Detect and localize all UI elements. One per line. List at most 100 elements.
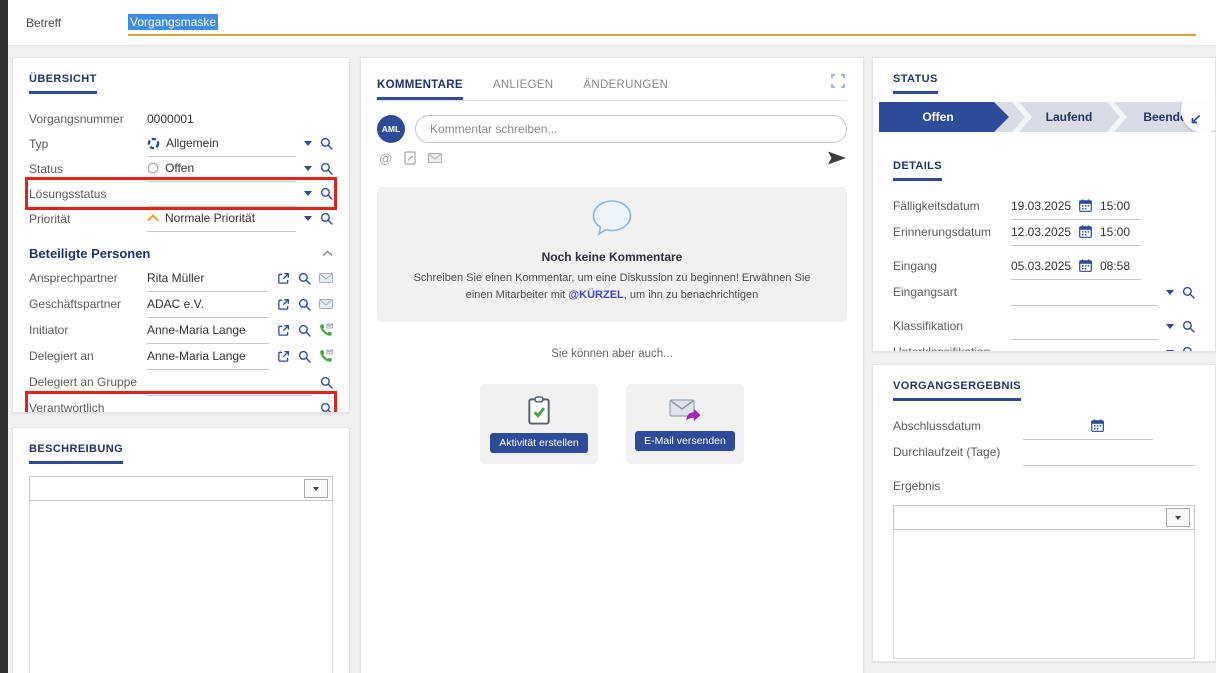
date-field[interactable] (1023, 413, 1153, 440)
fullscreen-icon[interactable] (831, 74, 845, 88)
search-icon[interactable] (320, 137, 333, 150)
loesungsstatus-select[interactable] (147, 181, 296, 207)
mention-icon[interactable]: @ (379, 152, 392, 165)
field-status: Status Offen (29, 156, 333, 181)
comments-tabs: KOMMENTARE ANLIEGEN ÄNDERUNGEN (377, 68, 847, 101)
status-circle-icon (147, 162, 159, 174)
create-activity-button[interactable]: Aktivität erstellen (490, 433, 587, 453)
date-field[interactable]: 05.03.2025 08:58 (1011, 253, 1141, 280)
prioritaet-select[interactable]: Normale Priorität (147, 206, 296, 232)
ergebnis-textarea[interactable] (893, 530, 1195, 659)
klassifikation-select[interactable] (1011, 313, 1158, 340)
chevron-down-icon[interactable] (304, 216, 312, 221)
persons-section-header: Beteiligte Personen (29, 241, 333, 265)
description-toolbar (29, 476, 333, 501)
field-eingang: Eingang 05.03.2025 08:58 (893, 253, 1195, 279)
field-delegiert-an-gruppe: Delegiert an Gruppe (29, 369, 333, 395)
mention-token[interactable]: @KÜRZEL (568, 289, 623, 301)
open-record-icon[interactable] (277, 324, 290, 337)
chevron-separator (1107, 102, 1127, 132)
geschaeftspartner-field[interactable]: ADAC e.V. (147, 291, 269, 318)
mail-icon[interactable] (319, 273, 333, 283)
search-icon[interactable] (320, 376, 333, 389)
tab-aenderungen[interactable]: ÄNDERUNGEN (583, 79, 668, 100)
eingangsart-select[interactable] (1011, 279, 1158, 306)
durchlaufzeit-field[interactable] (1023, 439, 1195, 466)
phone-mail-icon[interactable] (319, 349, 333, 363)
delegiert-an-field[interactable]: Anne-Maria Lange (147, 343, 269, 370)
search-icon[interactable] (1182, 286, 1195, 299)
verantwortlich-field[interactable] (147, 395, 312, 414)
search-icon[interactable] (320, 162, 333, 175)
calendar-icon[interactable] (1079, 225, 1092, 238)
status-step-laufend[interactable]: Laufend (1034, 102, 1104, 132)
toolbar-dropdown-button[interactable] (304, 479, 328, 498)
send-email-card: E-Mail versenden (626, 384, 744, 464)
comment-composer: AML (377, 115, 847, 143)
chevron-down-icon[interactable] (1166, 324, 1174, 329)
toolbar-dropdown-button[interactable] (1166, 508, 1190, 527)
chevron-down-icon[interactable] (304, 166, 312, 171)
unterklassifikation-select[interactable] (1011, 339, 1158, 353)
chevron-down-icon[interactable] (1166, 290, 1174, 295)
time-value[interactable]: 15:00 (1100, 199, 1132, 213)
time-value[interactable]: 15:00 (1100, 225, 1132, 239)
priority-icon (147, 214, 159, 222)
status-progress-bar: Offen Laufend Beendet (879, 102, 1215, 132)
chevron-down-icon[interactable] (304, 141, 312, 146)
typ-select[interactable]: Allgemein (147, 131, 296, 157)
note-icon[interactable] (404, 151, 416, 165)
date-field[interactable]: 19.03.2025 15:00 (1011, 193, 1141, 220)
field-geschaeftspartner: Geschäftspartner ADAC e.V. (29, 291, 333, 317)
chevron-down-icon[interactable] (1166, 350, 1174, 353)
status-select[interactable]: Offen (147, 156, 296, 182)
result-panel: VORGANGSERGEBNIS Abschlussdatum Durchlau… (872, 364, 1216, 662)
status-step-offen[interactable]: Offen (879, 102, 1009, 132)
chevron-up-icon[interactable] (322, 250, 333, 257)
search-icon[interactable] (298, 272, 311, 285)
phone-mail-icon[interactable] (319, 323, 333, 337)
field-label: Lösungsstatus (29, 187, 147, 201)
chevron-down-icon[interactable] (304, 191, 312, 196)
field-label: Status (29, 162, 147, 176)
send-email-button[interactable]: E-Mail versenden (635, 431, 735, 451)
time-value[interactable]: 08:58 (1100, 259, 1132, 273)
send-icon[interactable] (827, 151, 847, 165)
subject-input[interactable]: Vorgangsmaske (128, 10, 1196, 36)
calendar-icon[interactable] (1079, 259, 1092, 272)
open-record-icon[interactable] (277, 350, 290, 363)
mail-icon[interactable] (319, 299, 333, 309)
comment-input[interactable] (415, 115, 847, 143)
field-klassifikation: Klassifikation (893, 313, 1195, 339)
description-textarea[interactable] (29, 501, 333, 673)
search-icon[interactable] (320, 212, 333, 225)
search-icon[interactable] (320, 402, 333, 414)
calendar-icon[interactable] (1091, 419, 1104, 432)
field-abschlussdatum: Abschlussdatum (893, 413, 1195, 439)
tab-kommentare[interactable]: KOMMENTARE (377, 79, 463, 100)
calendar-icon[interactable] (1079, 199, 1092, 212)
field-delegiert-an: Delegiert an Anne-Maria Lange (29, 343, 333, 369)
initiator-field[interactable]: Anne-Maria Lange (147, 317, 269, 344)
search-icon[interactable] (298, 324, 311, 337)
field-typ: Typ Allgemein (29, 131, 333, 156)
field-label: Typ (29, 137, 147, 151)
ansprechpartner-field[interactable]: Rita Müller (147, 265, 269, 292)
tab-anliegen[interactable]: ANLIEGEN (493, 79, 554, 100)
search-icon[interactable] (298, 298, 311, 311)
mail-icon[interactable] (428, 153, 442, 163)
open-record-icon[interactable] (277, 298, 290, 311)
field-label: Initiator (29, 323, 147, 337)
search-icon[interactable] (1182, 346, 1195, 353)
field-value: Anne-Maria Lange (147, 323, 246, 337)
date-field[interactable]: 12.03.2025 15:00 (1011, 219, 1141, 246)
search-icon[interactable] (298, 350, 311, 363)
open-record-icon[interactable] (277, 272, 290, 285)
search-icon[interactable] (1182, 320, 1195, 333)
mail-forward-icon (669, 398, 701, 423)
field-unterklassifikation: Unterklassifikation (893, 339, 1195, 352)
field-label: Durchlaufzeit (Tage) (893, 445, 1023, 459)
delegiert-an-gruppe-field[interactable] (147, 369, 312, 396)
empty-state-title: Noch keine Kommentare (401, 250, 823, 264)
search-icon[interactable] (320, 187, 333, 200)
